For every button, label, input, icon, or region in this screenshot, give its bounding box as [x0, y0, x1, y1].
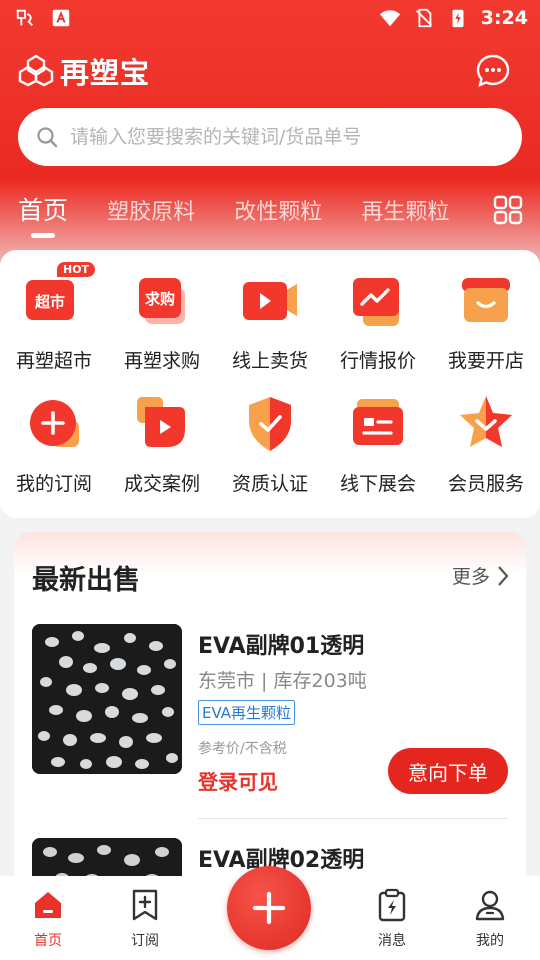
tab-recycled-pellets[interactable]: 再生颗粒 [361, 190, 449, 240]
status-time: 3:24 [480, 7, 528, 29]
product-location-stock: 东莞市 | 库存203吨 [198, 670, 367, 692]
tab-home[interactable]: 首页 [18, 188, 68, 240]
category-online-sell[interactable]: 线上卖货 [216, 270, 324, 373]
category-certification[interactable]: 资质认证 [216, 393, 324, 496]
search-icon [37, 127, 58, 148]
publish-fab-button[interactable] [227, 866, 311, 950]
category-label: 再塑超市 [15, 350, 92, 372]
grid-menu-icon[interactable] [492, 194, 524, 226]
reference-price-note: 参考价/不含税 [198, 741, 287, 757]
category-label: 行情报价 [339, 350, 416, 372]
exhibition-icon [347, 393, 409, 455]
chat-message-icon[interactable] [476, 54, 510, 88]
home-icon [35, 892, 61, 918]
tab-list: 首页 塑胶原料 改性颗粒 再生颗粒 [18, 188, 488, 240]
nav-home[interactable]: 首页 [8, 888, 88, 950]
chevron-right-icon [498, 565, 509, 586]
category-label: 再塑求购 [123, 350, 200, 372]
category-label: 线下展会 [339, 473, 416, 495]
status-bar: 3:24 [0, 0, 540, 38]
more-label: 更多 [451, 566, 490, 588]
no-sim-icon [415, 8, 432, 28]
search-input[interactable] [70, 126, 490, 148]
category-label: 会员服务 [447, 473, 524, 495]
category-supermarket[interactable]: 超市 HOT 再塑超市 [0, 262, 108, 373]
category-label: 线上卖货 [231, 350, 308, 372]
divider [198, 818, 508, 819]
app-name: 再塑宝 [60, 56, 151, 90]
category-label: 我要开店 [447, 350, 524, 372]
category-deal-cases[interactable]: 成交案例 [108, 393, 216, 496]
section-title: 最新出售 [32, 565, 140, 596]
purchase-icon-text: 求购 [145, 290, 175, 308]
price-login-visible[interactable]: 登录可见 [198, 766, 278, 795]
member-star-icon [455, 393, 517, 455]
category-subscription[interactable]: 我的订阅 [0, 393, 108, 496]
subscribe-icon [23, 393, 85, 455]
search-bar[interactable] [18, 108, 522, 166]
bookmark-plus-icon [132, 889, 158, 921]
category-label: 成交案例 [123, 473, 200, 495]
certification-shield-icon [239, 393, 301, 455]
nav-label: 我的 [476, 933, 504, 949]
plus-icon [252, 891, 286, 925]
battery-charging-icon [452, 9, 464, 28]
nav-profile[interactable]: 我的 [450, 888, 530, 950]
tab-plastic-raw[interactable]: 塑胶原料 [107, 190, 195, 240]
shop-icon [455, 270, 517, 332]
hot-badge: HOT [57, 262, 96, 277]
nav-label: 订阅 [131, 933, 159, 949]
category-grid-card: 超市 HOT 再塑超市 求购 再塑求购 线上卖货 行情报价 我要开店 我的订阅 … [0, 250, 540, 518]
category-tabs: 首页 塑胶原料 改性颗粒 再生颗粒 [0, 188, 540, 240]
category-purchase[interactable]: 求购 再塑求购 [108, 270, 216, 373]
market-trend-icon [347, 270, 409, 332]
nav-messages[interactable]: 消息 [352, 888, 432, 950]
wifi-icon [379, 10, 400, 27]
product-tag: EVA再生颗粒 [198, 700, 296, 725]
latest-sale-section: 最新出售 更多 EVA副牌01透明 东莞市 | 库存203吨 EVA再生颗粒 参… [14, 532, 526, 892]
product-title: EVA副牌01透明 [198, 634, 365, 659]
category-offline-exhibition[interactable]: 线下展会 [324, 393, 432, 496]
purchase-icon: 求购 [131, 270, 193, 332]
supermarket-icon-text: 超市 [34, 293, 65, 311]
category-label: 我的订阅 [15, 473, 92, 495]
tab-modified-pellets[interactable]: 改性颗粒 [234, 190, 322, 240]
supermarket-icon: 超市 HOT [23, 262, 96, 332]
nav-subscribe[interactable]: 订阅 [105, 888, 185, 950]
product-card[interactable]: EVA副牌01透明 东莞市 | 库存203吨 EVA再生颗粒 参考价/不含税 登… [32, 624, 508, 794]
nav-label: 消息 [378, 933, 406, 949]
intent-order-button[interactable]: 意向下单 [388, 748, 508, 794]
user-icon [475, 890, 505, 921]
nav-label: 首页 [34, 933, 62, 949]
acrobat-notification-icon [52, 9, 70, 27]
product-image [32, 624, 182, 774]
category-label: 资质认证 [231, 473, 308, 495]
app-logo-icon [18, 54, 54, 87]
more-link[interactable]: 更多 [452, 562, 510, 589]
video-sell-icon [239, 270, 301, 332]
clipboard-bolt-icon [378, 888, 406, 922]
app-notification-icon [16, 9, 33, 26]
category-member-service[interactable]: 会员服务 [432, 393, 540, 496]
category-market-quote[interactable]: 行情报价 [324, 270, 432, 373]
category-open-shop[interactable]: 我要开店 [432, 270, 540, 373]
brand: 再塑宝 [18, 50, 150, 92]
deal-case-icon [131, 393, 193, 455]
